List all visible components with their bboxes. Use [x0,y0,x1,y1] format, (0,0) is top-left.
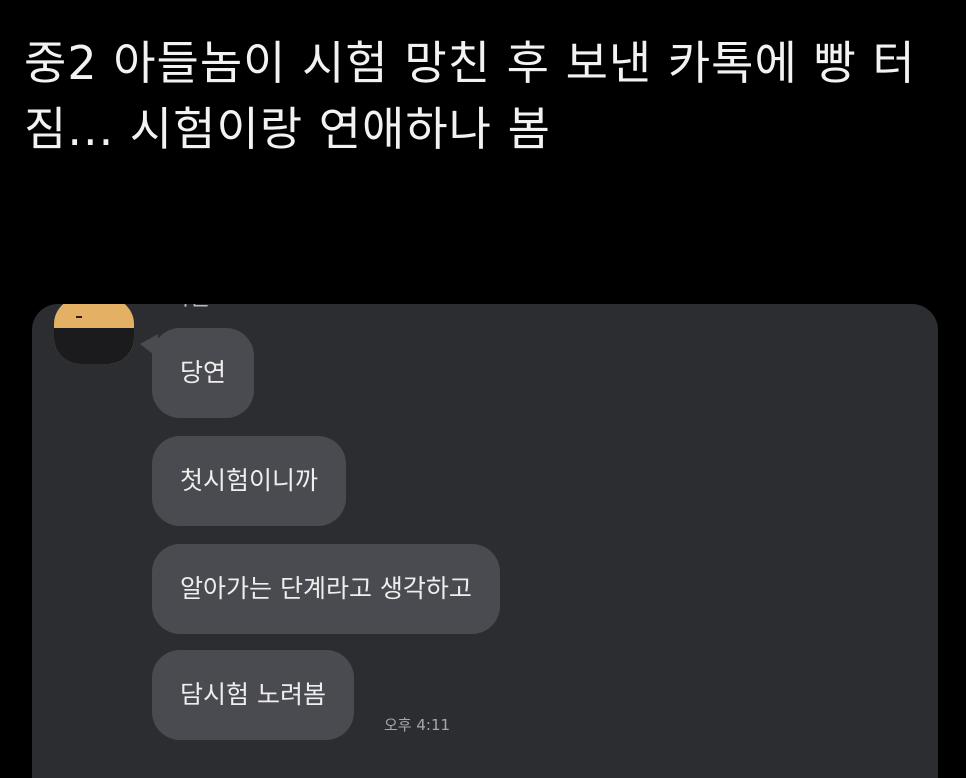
post-title: 중2 아들놈이 시험 망친 후 보낸 카톡에 빵 터짐... 시험이랑 연애하나… [24,36,916,156]
message-bubble[interactable]: 담시험 노려봄 [152,650,354,740]
chat-panel: 아들 당연 첫시험이니까 알아가는 단계라고 생각하고 담시험 노려봄 오후 4… [32,304,938,778]
message-text: 당연 [180,358,227,387]
sender-name: 아들 [170,304,210,312]
message-text: 첫시험이니까 [180,466,319,495]
avatar-shadow [54,328,134,364]
message-bubble[interactable]: 알아가는 단계라고 생각하고 [152,544,500,634]
sender-avatar[interactable] [54,304,134,364]
avatar-mark [76,316,82,318]
message-text: 담시험 노려봄 [180,680,326,709]
screenshot-page: 중2 아들놈이 시험 망친 후 보낸 카톡에 빵 터짐... 시험이랑 연애하나… [0,0,966,778]
message-text: 알아가는 단계라고 생각하고 [180,574,472,603]
message-bubble[interactable]: 첫시험이니까 [152,436,347,526]
message-timestamp: 오후 4:11 [384,716,451,734]
message-bubble[interactable]: 당연 [152,328,255,418]
